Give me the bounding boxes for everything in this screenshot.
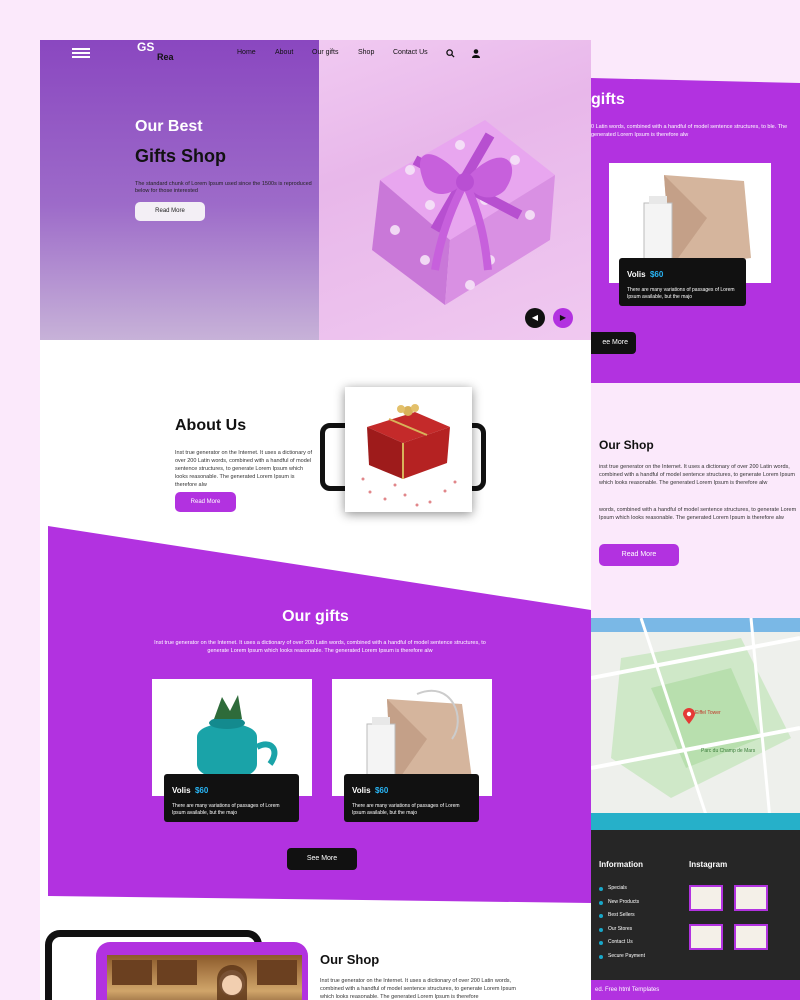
website-page-main: GS Rea Home About Our gifts Shop Contact… (40, 40, 591, 1000)
map-image (591, 618, 800, 830)
location-map[interactable]: Eiffel Tower Parc du Champ de Mars (591, 618, 800, 830)
gift-price: $60 (194, 786, 209, 795)
shop-title: Our Shop (320, 952, 380, 967)
map-pin-icon[interactable] (683, 708, 695, 724)
footer-link-our-stores[interactable]: Our Stores (608, 926, 632, 932)
right-shop-read-more-button[interactable]: Read More (599, 544, 679, 566)
slider-next-button[interactable]: ▶ (553, 308, 573, 328)
map-label-park: Parc du Champ de Mars (701, 748, 756, 754)
gifts-title: Our gifts (282, 608, 349, 625)
footer-link-new-products[interactable]: New Products (608, 899, 639, 905)
gift-price: $60 (649, 270, 664, 279)
gift-desc: There are many variations of passages of… (352, 803, 460, 816)
bullet-icon (599, 914, 603, 918)
footer-link-specials[interactable]: Specials (608, 885, 627, 891)
gift-card-1-caption: Volis $60 There are many variations of p… (164, 774, 299, 822)
gift-card-2-caption: Volis $60 There are many variations of p… (344, 774, 479, 822)
bullet-icon (599, 901, 603, 905)
search-icon[interactable] (446, 49, 455, 58)
nav-link-shop[interactable]: Shop (358, 49, 374, 56)
logo-text[interactable]: Rea (157, 52, 174, 62)
gift-box-image (372, 120, 555, 305)
nav-link-our-gifts[interactable]: Our gifts (312, 49, 338, 56)
about-read-more-button[interactable]: Read More (175, 492, 236, 512)
nav-link-contact[interactable]: Contact Us (393, 49, 428, 56)
about-image (345, 387, 472, 512)
shop-text: Inst true generator on the Internet. It … (320, 978, 516, 1000)
menu-icon[interactable] (72, 46, 90, 60)
shop-photo (107, 955, 302, 1000)
gift-name: Volis (352, 786, 371, 795)
map-label-eiffel: Eiffel Tower (695, 710, 721, 716)
footer-instagram-title: Instagram (689, 860, 728, 869)
gift-name: Volis (627, 270, 646, 279)
website-page-secondary: gifts 0 Latin words, combined with a han… (591, 78, 800, 1000)
hero-title-line1: Our Best (135, 118, 203, 135)
footer-link-secure-payment[interactable]: Secure Payment (608, 953, 645, 959)
bullet-icon (599, 928, 603, 932)
nav-link-home[interactable]: Home (237, 49, 256, 56)
hero-section: GS Rea Home About Our gifts Shop Contact… (40, 40, 591, 340)
bullet-icon (599, 941, 603, 945)
right-shop-title: Our Shop (599, 438, 654, 452)
instagram-thumb-1[interactable] (689, 885, 723, 911)
gift-name: Volis (172, 786, 191, 795)
footer-link-contact-us[interactable]: Contact Us (608, 939, 633, 945)
footer: Information Specials New Products Best S… (591, 830, 800, 1000)
gift-card-1[interactable]: Volis $60 There are many variations of p… (152, 679, 312, 822)
hero-title-line2: Gifts Shop (135, 146, 226, 166)
right-gifts-title: gifts (591, 91, 625, 108)
red-gift-image (361, 404, 457, 507)
right-gift-card[interactable]: Volis $60 There are many variations of p… (609, 163, 771, 306)
gift-card-2[interactable]: Volis $60 There are many variations of p… (332, 679, 492, 822)
bullet-icon (599, 955, 603, 959)
right-gift-card-caption: Volis $60 There are many variations of p… (619, 258, 746, 306)
about-text: Inst true generator on the Internet. It … (175, 450, 312, 488)
gift-desc: There are many variations of passages of… (627, 287, 735, 300)
shop-photo-image (112, 960, 297, 1000)
see-more-button[interactable]: See More (287, 848, 357, 870)
footer-info-title: Information (599, 860, 643, 869)
right-shop-text-2: words, combined with a handful of model … (599, 507, 797, 521)
hero-read-more-button[interactable]: Read More (135, 202, 205, 221)
bullet-icon (599, 887, 603, 891)
instagram-thumb-3[interactable] (689, 924, 723, 950)
slider-prev-button[interactable]: ◀ (525, 308, 545, 328)
right-see-more-button[interactable]: ee More (591, 332, 636, 354)
right-shop-text-1: inst true generator on the Internet. It … (599, 464, 795, 486)
hero-text: The standard chunk of Lorem Ipsum used s… (135, 181, 312, 194)
gift-price: $60 (374, 786, 389, 795)
instagram-thumb-2[interactable] (734, 885, 768, 911)
logo-mark[interactable]: GS (137, 41, 157, 68)
user-icon[interactable] (472, 49, 480, 58)
footer-link-best-sellers[interactable]: Best Sellers (608, 912, 635, 918)
copyright-bar: ed. Free html Templates (591, 980, 800, 1000)
right-gifts-text: 0 Latin words, combined with a handful o… (591, 124, 788, 138)
gift-desc: There are many variations of passages of… (172, 803, 280, 816)
gifts-text: Inst true generator on the Internet. It … (154, 640, 486, 654)
instagram-thumb-4[interactable] (734, 924, 768, 950)
gifts-section-background (48, 526, 591, 903)
about-title: About Us (175, 417, 247, 434)
nav-link-about[interactable]: About (275, 49, 293, 56)
